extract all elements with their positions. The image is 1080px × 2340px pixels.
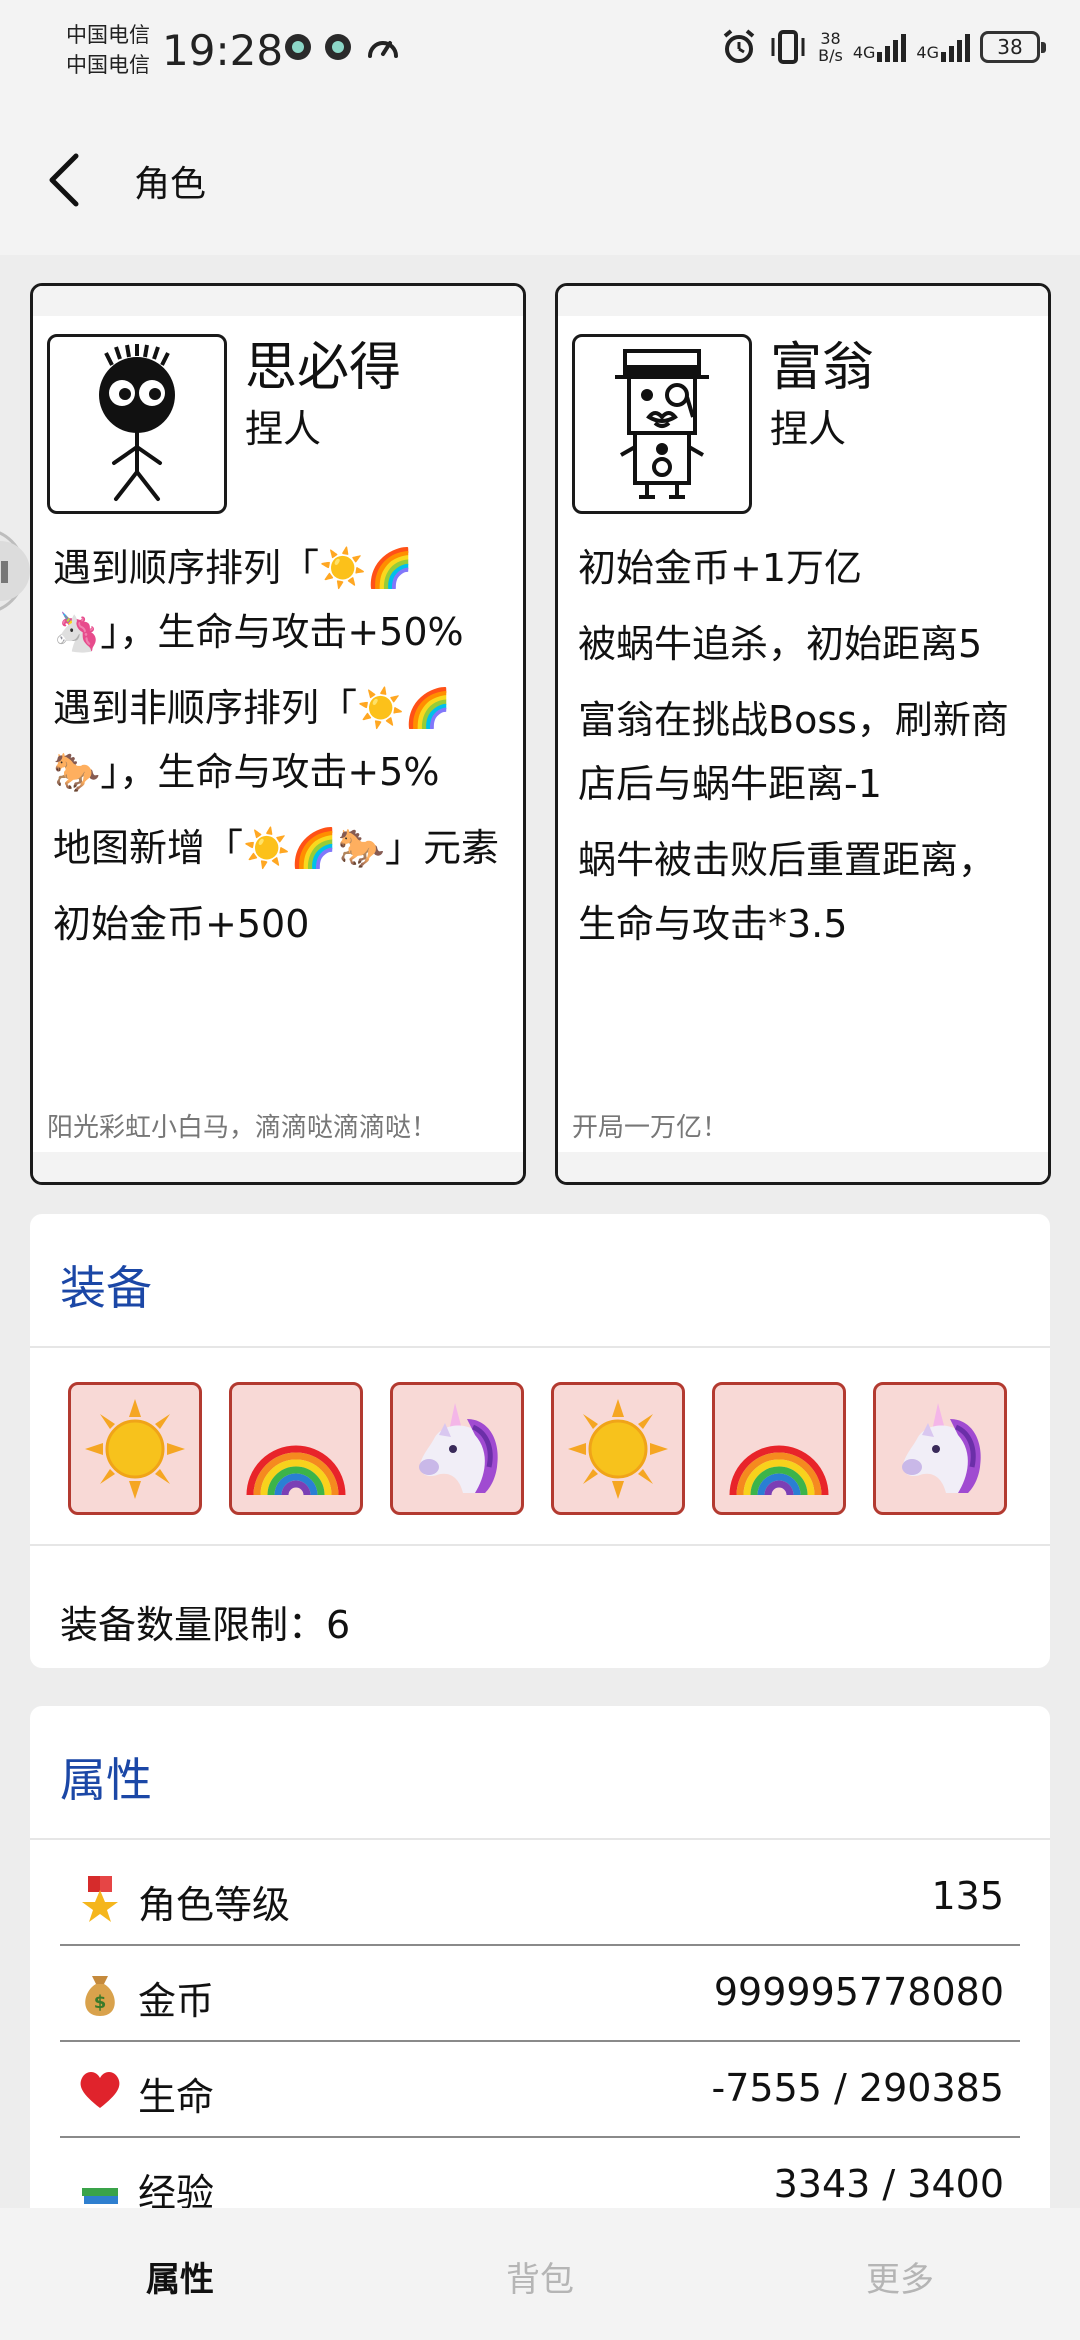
signal-1: 4G bbox=[853, 32, 907, 62]
character-type: 捏人 bbox=[245, 407, 322, 451]
ability-item: 被蜗牛追杀，初始距离5 bbox=[578, 622, 983, 666]
attr-value: -7555 / 290385 bbox=[711, 2066, 1004, 2110]
character-type: 捏人 bbox=[770, 407, 847, 451]
attr-row-level: 角色等级 135 bbox=[60, 1850, 1020, 1946]
carrier-2: 中国电信 bbox=[66, 53, 150, 77]
ability-item: 富翁在挑战Boss，刷新商店后与蜗牛距离-1 bbox=[578, 698, 1009, 806]
network-type: 4G bbox=[852, 43, 876, 62]
ability-item: 遇到非顺序排列「☀️🌈🐎」，生命与攻击+5% bbox=[53, 686, 452, 794]
equipment-limit: 装备数量限制：6 bbox=[60, 1594, 350, 1649]
character-portrait bbox=[572, 334, 752, 514]
carrier-1: 中国电信 bbox=[66, 23, 150, 47]
tab-attributes[interactable]: 属性 bbox=[80, 2252, 280, 2301]
character-card-tycoon[interactable]: 富翁 捏人 初始金币+1万亿 被蜗牛追杀，初始距离5 富翁在挑战Boss，刷新商… bbox=[555, 283, 1051, 1185]
signal-bars-icon bbox=[877, 32, 907, 62]
equipment-slot[interactable] bbox=[551, 1382, 685, 1515]
attributes-section: 属性 角色等级 135 $ 金币 999995778080 生命 -7555 /… bbox=[30, 1706, 1050, 2266]
tycoon-icon bbox=[615, 349, 709, 499]
vibrate-icon bbox=[771, 30, 805, 64]
attr-label: 生命 bbox=[138, 2075, 215, 2119]
battery-icon: 38 bbox=[980, 31, 1046, 63]
unicorn-icon bbox=[902, 1402, 981, 1493]
net-speed-unit: B/s bbox=[818, 46, 843, 65]
tab-more[interactable]: 更多 bbox=[800, 2252, 1000, 2301]
ability-item: 地图新增「☀️🌈🐎」元素 bbox=[53, 826, 499, 870]
sun-icon bbox=[85, 1398, 185, 1499]
app-notification-icon bbox=[325, 34, 351, 60]
equipment-slot[interactable] bbox=[712, 1382, 846, 1515]
speedometer-icon bbox=[368, 41, 398, 58]
attributes-title: 属性 bbox=[60, 1753, 152, 1807]
stickman-icon bbox=[99, 344, 175, 501]
bottom-navigation: 属性 背包 更多 bbox=[0, 2208, 1080, 2340]
signal-2: 4G bbox=[916, 32, 970, 62]
equipment-slots bbox=[68, 1382, 1007, 1515]
alarm-icon bbox=[723, 29, 755, 63]
attr-value: 135 bbox=[931, 1874, 1004, 1918]
net-speed-value: 38 bbox=[820, 29, 841, 48]
notification-icons bbox=[285, 34, 401, 66]
medal-icon bbox=[82, 1876, 118, 1922]
money-bag-icon: $ bbox=[85, 1976, 115, 2016]
character-card-speed[interactable]: 思必得 捏人 遇到顺序排列「☀️🌈🦄」，生命与攻击+50% 遇到非顺序排列「☀️… bbox=[30, 283, 526, 1185]
app-notification-icon bbox=[285, 34, 311, 60]
status-time: 19:28 bbox=[162, 26, 284, 75]
equipment-limit-value: 6 bbox=[326, 1603, 351, 1647]
carrier-info: 中国电信 中国电信 bbox=[66, 20, 150, 80]
back-arrow-icon[interactable] bbox=[44, 150, 94, 210]
attr-value: 999995778080 bbox=[713, 1970, 1004, 2014]
status-bar: 中国电信 中国电信 19:28 38 B/s 4G 4G 38 bbox=[0, 0, 1080, 100]
app-header: 角色 bbox=[0, 100, 1080, 255]
heart-icon bbox=[80, 2072, 120, 2108]
system-indicators: 38 B/s 4G 4G 38 bbox=[720, 28, 1046, 66]
character-quote: 阳光彩虹小白马，滴滴哒滴滴哒！ bbox=[47, 1113, 438, 1143]
page-title: 角色 bbox=[134, 164, 207, 205]
equipment-title: 装备 bbox=[60, 1261, 152, 1315]
rainbow-icon bbox=[246, 1445, 346, 1495]
svg-text:$: $ bbox=[94, 1992, 107, 2013]
ability-item: 初始金币+500 bbox=[53, 902, 310, 946]
attr-label: 金币 bbox=[138, 1979, 215, 2023]
equipment-limit-label: 装备数量限制： bbox=[60, 1603, 327, 1647]
ability-list: 遇到顺序排列「☀️🌈🦄」，生命与攻击+50% 遇到非顺序排列「☀️🌈🐎」，生命与… bbox=[53, 536, 507, 968]
equipment-slot[interactable] bbox=[390, 1382, 524, 1515]
ability-item: 遇到顺序排列「☀️🌈🦄」，生命与攻击+50% bbox=[53, 546, 464, 654]
unicorn-icon bbox=[419, 1402, 498, 1493]
rainbow-icon bbox=[729, 1445, 829, 1495]
ability-item: 初始金币+1万亿 bbox=[578, 546, 863, 590]
attr-row-gold: $ 金币 999995778080 bbox=[60, 1946, 1020, 2042]
character-portrait bbox=[47, 334, 227, 514]
tab-backpack[interactable]: 背包 bbox=[440, 2252, 640, 2301]
ability-item: 蜗牛被击败后重置距离，生命与攻击*3.5 bbox=[578, 838, 997, 946]
equipment-slot[interactable] bbox=[68, 1382, 202, 1515]
network-type: 4G bbox=[916, 43, 939, 62]
books-icon bbox=[82, 2188, 118, 2204]
character-name: 思必得 bbox=[245, 338, 402, 398]
sun-icon bbox=[568, 1398, 668, 1499]
character-quote: 开局一万亿！ bbox=[572, 1113, 729, 1143]
character-name: 富翁 bbox=[770, 338, 875, 398]
equipment-slot[interactable] bbox=[229, 1382, 363, 1515]
ability-list: 初始金币+1万亿 被蜗牛追杀，初始距离5 富翁在挑战Boss，刷新商店后与蜗牛距… bbox=[578, 536, 1032, 968]
equipment-section: 装备 装备数量限制：6 bbox=[30, 1214, 1050, 1668]
attr-row-hp: 生命 -7555 / 290385 bbox=[60, 2042, 1020, 2138]
net-speed: 38 B/s bbox=[818, 30, 843, 64]
attr-value: 3343 / 3400 bbox=[773, 2162, 1004, 2206]
equipment-slot[interactable] bbox=[873, 1382, 1007, 1515]
attr-label: 角色等级 bbox=[138, 1883, 291, 1927]
signal-bars-icon bbox=[941, 32, 970, 62]
